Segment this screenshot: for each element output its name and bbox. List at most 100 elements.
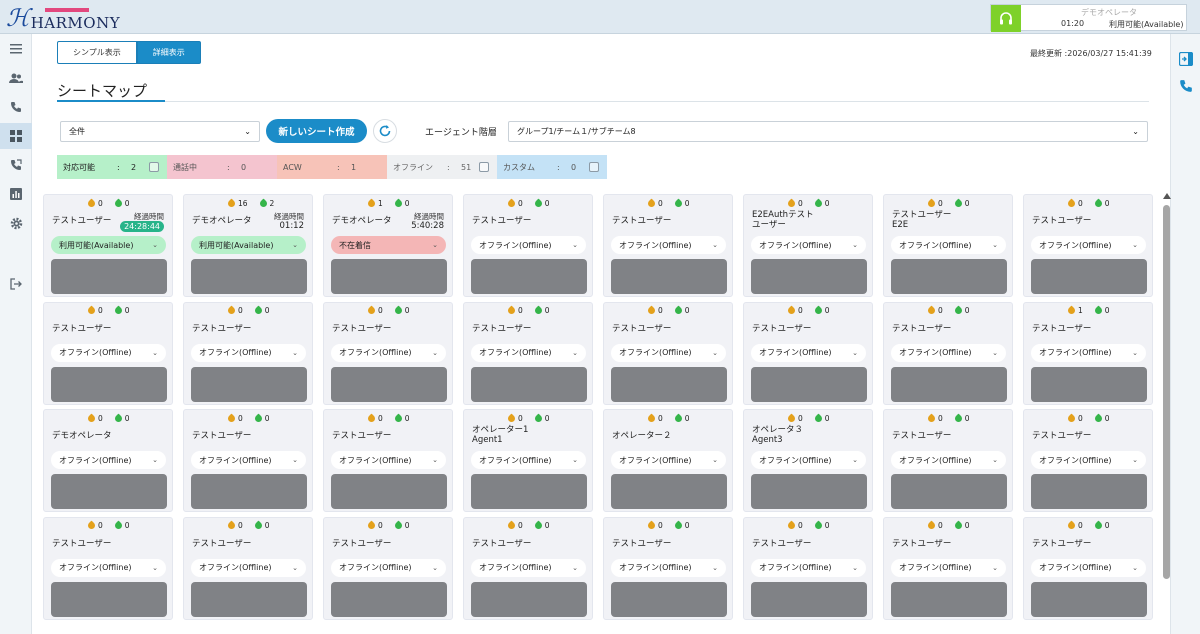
scroll-up-arrow[interactable] [1163, 193, 1171, 199]
seat-status-select[interactable]: オフライン(Offline) ⌄ [51, 343, 166, 362]
seat-card[interactable]: 0 0 テストユーザー オフライン(Offline) ⌄ [1023, 409, 1153, 512]
chip-offline[interactable]: オフライン : 51 [387, 155, 497, 179]
seat-status-select[interactable]: 不在着信 ⌄ [331, 236, 446, 254]
seat-screen-preview[interactable] [191, 259, 307, 294]
chip-checkbox[interactable] [479, 162, 489, 172]
seat-screen-preview[interactable] [751, 366, 867, 402]
seat-card[interactable]: 1 0 テストユーザー オフライン(Offline) ⌄ [1023, 301, 1153, 405]
seat-status-select[interactable]: オフライン(Offline) ⌄ [751, 236, 866, 254]
seat-map-icon[interactable] [0, 123, 32, 149]
seat-card[interactable]: 0 0 テストユーザー オフライン(Offline) ⌄ [743, 301, 873, 405]
chip-checkbox[interactable] [589, 162, 599, 172]
seat-screen-preview[interactable] [51, 474, 167, 509]
phone-call-icon[interactable] [0, 94, 32, 120]
seat-status-select[interactable]: オフライン(Offline) ⌄ [331, 558, 446, 577]
seat-card[interactable]: 0 0 テストユーザー オフライン(Offline) ⌄ [183, 516, 313, 620]
seat-card[interactable]: 0 0 テストユーザー オフライン(Offline) ⌄ [323, 409, 453, 512]
seat-status-select[interactable]: オフライン(Offline) ⌄ [471, 236, 586, 254]
seat-screen-preview[interactable] [611, 366, 727, 402]
seat-card[interactable]: 0 0 テストユーザー E2E オフライン(Offline) ⌄ [883, 194, 1013, 297]
seat-screen-preview[interactable] [471, 474, 587, 509]
seat-screen-preview[interactable] [331, 259, 447, 294]
chip-custom[interactable]: カスタム : 0 [497, 155, 607, 179]
seat-status-select[interactable]: オフライン(Offline) ⌄ [331, 451, 446, 469]
seat-card[interactable]: 0 0 テストユーザー オフライン(Offline) ⌄ [43, 301, 173, 405]
seat-screen-preview[interactable] [51, 259, 167, 294]
seat-card[interactable]: 0 0 テストユーザー オフライン(Offline) ⌄ [463, 516, 593, 620]
seat-status-select[interactable]: オフライン(Offline) ⌄ [751, 558, 866, 577]
seat-status-select[interactable]: オフライン(Offline) ⌄ [1031, 343, 1146, 362]
seat-screen-preview[interactable] [191, 474, 307, 509]
seat-status-select[interactable]: オフライン(Offline) ⌄ [51, 451, 166, 469]
seat-status-select[interactable]: オフライン(Offline) ⌄ [471, 343, 586, 362]
seat-screen-preview[interactable] [191, 581, 307, 617]
seat-screen-preview[interactable] [751, 474, 867, 509]
seat-screen-preview[interactable] [191, 366, 307, 402]
phone-icon[interactable] [1171, 73, 1200, 99]
seat-card[interactable]: 0 0 テストユーザー 経過時間 24:28:44 利用可能(Available) ⌄ [43, 194, 173, 297]
seat-status-select[interactable]: オフライン(Offline) ⌄ [191, 451, 306, 469]
menu-icon[interactable] [0, 36, 32, 62]
seat-status-select[interactable]: オフライン(Offline) ⌄ [891, 236, 1006, 254]
seat-card[interactable]: 0 0 テストユーザー オフライン(Offline) ⌄ [183, 409, 313, 512]
seat-card[interactable]: 0 0 テストユーザー オフライン(Offline) ⌄ [463, 194, 593, 297]
scrollbar-thumb[interactable] [1163, 205, 1170, 579]
seat-status-select[interactable]: オフライン(Offline) ⌄ [191, 558, 306, 577]
seat-screen-preview[interactable] [611, 259, 727, 294]
seat-card[interactable]: 0 0 テストユーザー オフライン(Offline) ⌄ [1023, 194, 1153, 297]
seat-screen-preview[interactable] [331, 474, 447, 509]
seat-card[interactable]: 0 0 オペレーター２ オフライン(Offline) ⌄ [603, 409, 733, 512]
seat-screen-preview[interactable] [471, 259, 587, 294]
seat-card[interactable]: 0 0 テストユーザー オフライン(Offline) ⌄ [883, 516, 1013, 620]
seat-card[interactable]: 0 0 テストユーザー オフライン(Offline) ⌄ [883, 301, 1013, 405]
seat-screen-preview[interactable] [751, 581, 867, 617]
seat-screen-preview[interactable] [891, 366, 1007, 402]
seat-screen-preview[interactable] [51, 366, 167, 402]
seat-screen-preview[interactable] [471, 366, 587, 402]
phone-forward-icon[interactable] [0, 152, 32, 178]
seat-status-select[interactable]: オフライン(Offline) ⌄ [891, 451, 1006, 469]
seat-card[interactable]: 16 2 デモオペレータ 経過時間 01:12 利用可能(Available) ⌄ [183, 194, 313, 297]
users-icon[interactable] [0, 65, 32, 91]
chip-talking[interactable]: 通話中 : 0 [167, 155, 277, 179]
seat-status-select[interactable]: オフライン(Offline) ⌄ [331, 343, 446, 362]
chip-acw[interactable]: ACW : 1 [277, 155, 387, 179]
seat-status-select[interactable]: オフライン(Offline) ⌄ [471, 558, 586, 577]
seat-status-select[interactable]: オフライン(Offline) ⌄ [751, 343, 866, 362]
seat-card[interactable]: 0 0 テストユーザー オフライン(Offline) ⌄ [43, 516, 173, 620]
seat-status-select[interactable]: オフライン(Offline) ⌄ [611, 451, 726, 469]
seat-status-select[interactable]: オフライン(Offline) ⌄ [191, 343, 306, 362]
seat-grid-scrollbar[interactable] [1162, 193, 1171, 618]
seat-card[interactable]: 0 0 テストユーザー オフライン(Offline) ⌄ [743, 516, 873, 620]
agent-status-panel[interactable]: デモオペレータ 01:20 利用可能(Available) [990, 4, 1187, 32]
logout-icon[interactable] [0, 271, 32, 297]
settings-gear-icon[interactable] [0, 210, 32, 236]
seat-status-select[interactable]: オフライン(Offline) ⌄ [611, 236, 726, 254]
seat-card[interactable]: 0 0 テストユーザー オフライン(Offline) ⌄ [603, 301, 733, 405]
seat-status-select[interactable]: オフライン(Offline) ⌄ [1031, 451, 1146, 469]
seat-status-select[interactable]: オフライン(Offline) ⌄ [1031, 558, 1146, 577]
seat-screen-preview[interactable] [331, 366, 447, 402]
seat-card[interactable]: 0 0 テストユーザー オフライン(Offline) ⌄ [183, 301, 313, 405]
seat-screen-preview[interactable] [1031, 366, 1147, 402]
seat-card[interactable]: 0 0 オペレータ３ Agent3 オフライン(Offline) ⌄ [743, 409, 873, 512]
seat-status-select[interactable]: オフライン(Offline) ⌄ [611, 343, 726, 362]
new-seat-button[interactable]: 新しいシート作成 [266, 119, 367, 143]
seat-screen-preview[interactable] [471, 581, 587, 617]
seat-card[interactable]: 0 0 テストユーザー オフライン(Offline) ⌄ [603, 194, 733, 297]
hierarchy-select[interactable]: グループ1/チーム１/サブチーム8 ⌄ [508, 121, 1148, 142]
report-chart-icon[interactable] [0, 181, 32, 207]
seat-card[interactable]: 0 0 デモオペレータ オフライン(Offline) ⌄ [43, 409, 173, 512]
seat-status-select[interactable]: オフライン(Offline) ⌄ [611, 558, 726, 577]
seat-screen-preview[interactable] [891, 259, 1007, 294]
seat-filter-select[interactable]: 全件 ⌄ [60, 121, 260, 142]
headset-icon[interactable] [991, 5, 1021, 32]
seat-screen-preview[interactable] [611, 581, 727, 617]
seat-screen-preview[interactable] [1031, 581, 1147, 617]
seat-status-select[interactable]: 利用可能(Available) ⌄ [51, 236, 166, 254]
seat-screen-preview[interactable] [751, 259, 867, 294]
seat-status-select[interactable]: 利用可能(Available) ⌄ [191, 236, 306, 254]
seat-screen-preview[interactable] [891, 581, 1007, 617]
seat-status-select[interactable]: オフライン(Offline) ⌄ [751, 451, 866, 469]
seat-card[interactable]: 0 0 テストユーザー オフライン(Offline) ⌄ [1023, 516, 1153, 620]
